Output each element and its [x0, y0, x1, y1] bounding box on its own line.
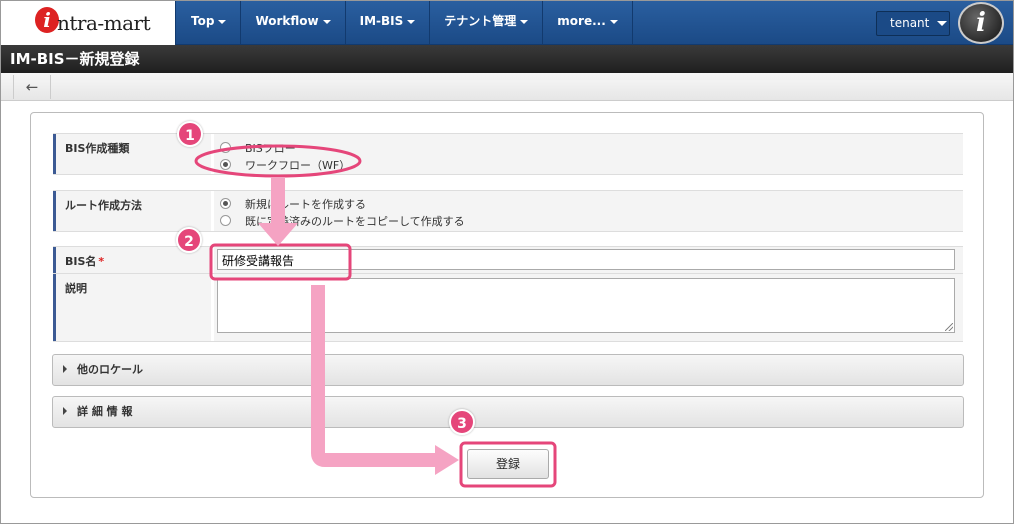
resize-grip-icon[interactable] — [945, 323, 953, 331]
accordion-details-label: 詳 細 情 報 — [77, 405, 133, 418]
description-label: 説明 — [53, 274, 211, 341]
page-title: IM-BIS－新規登録 — [1, 45, 1013, 73]
triangle-right-icon — [63, 365, 67, 373]
description-textarea[interactable] — [217, 278, 955, 333]
bis-type-option-bisflow[interactable]: BISフロー — [220, 140, 296, 156]
intra-mart-logo[interactable]: i ntra-mart — [1, 1, 176, 45]
user-avatar[interactable]: i — [958, 2, 1004, 44]
step-badge-2: 2 — [176, 227, 202, 253]
logo-text: ntra-mart — [57, 11, 151, 35]
route-method-row: ルート作成方法 新規にルートを作成する 既に定義済みのルートをコピーして作成する — [53, 190, 963, 232]
radio-selected-icon[interactable] — [220, 159, 231, 170]
top-nav-bar: i ntra-mart Top Workflow IM-BIS テナント管理 m… — [1, 1, 1013, 45]
accordion-details[interactable]: 詳 細 情 報 — [52, 396, 964, 428]
register-button[interactable]: 登録 — [467, 449, 549, 479]
back-arrow-icon[interactable]: ← — [13, 75, 51, 99]
tenant-label: tenant — [890, 16, 930, 30]
route-method-label: ルート作成方法 — [53, 191, 211, 231]
bis-name-input[interactable]: 研修受講報告 — [217, 249, 955, 270]
chevron-down-icon — [218, 19, 227, 24]
chevron-down-icon — [407, 19, 416, 24]
accordion-other-locale[interactable]: 他のロケール — [52, 354, 964, 386]
bis-type-option-workflow[interactable]: ワークフロー（WF） — [220, 157, 350, 173]
bis-name-label-text: BIS名 — [65, 255, 97, 268]
triangle-right-icon — [63, 407, 67, 415]
route-option-copy[interactable]: 既に定義済みのルートをコピーして作成する — [220, 213, 465, 229]
nav-im-bis-label: IM-BIS — [359, 14, 404, 28]
route-option-label: 新規にルートを作成する — [245, 198, 366, 211]
nav-top[interactable]: Top — [177, 1, 242, 45]
radio-icon[interactable] — [220, 142, 231, 153]
bis-type-options: BISフロー ワークフロー（WF） — [211, 134, 963, 174]
radio-icon[interactable] — [220, 215, 231, 226]
nav-tenant-admin-label: テナント管理 — [444, 14, 517, 28]
route-method-options: 新規にルートを作成する 既に定義済みのルートをコピーして作成する — [211, 191, 963, 231]
step-badge-3: 3 — [449, 409, 475, 435]
chevron-down-icon — [322, 19, 331, 24]
toolbar: ← — [1, 73, 1013, 101]
chevron-down-icon — [520, 19, 529, 24]
bis-type-option-label: ワークフロー（WF） — [245, 159, 351, 172]
nav-top-label: Top — [191, 14, 215, 28]
radio-selected-icon[interactable] — [220, 198, 231, 209]
nav-more-label: more... — [557, 14, 606, 28]
nav-more[interactable]: more... — [543, 1, 633, 45]
chevron-down-icon — [937, 21, 948, 26]
logo-mark: i — [35, 7, 59, 33]
nav-im-bis[interactable]: IM-BIS — [346, 1, 431, 45]
required-mark: * — [98, 255, 105, 268]
nav-workflow[interactable]: Workflow — [241, 1, 346, 45]
chevron-down-icon — [609, 19, 618, 24]
step-badge-1: 1 — [177, 121, 203, 147]
nav-tenant-admin[interactable]: テナント管理 — [430, 1, 544, 45]
bis-type-option-label: BISフロー — [245, 142, 296, 155]
accordion-other-locale-label: 他のロケール — [77, 363, 143, 376]
nav-workflow-label: Workflow — [255, 14, 319, 28]
route-option-label: 既に定義済みのルートをコピーして作成する — [245, 215, 465, 228]
main-menu: Top Workflow IM-BIS テナント管理 more... — [177, 1, 633, 45]
tenant-dropdown[interactable]: tenant — [876, 11, 950, 36]
route-option-new[interactable]: 新規にルートを作成する — [220, 196, 366, 212]
